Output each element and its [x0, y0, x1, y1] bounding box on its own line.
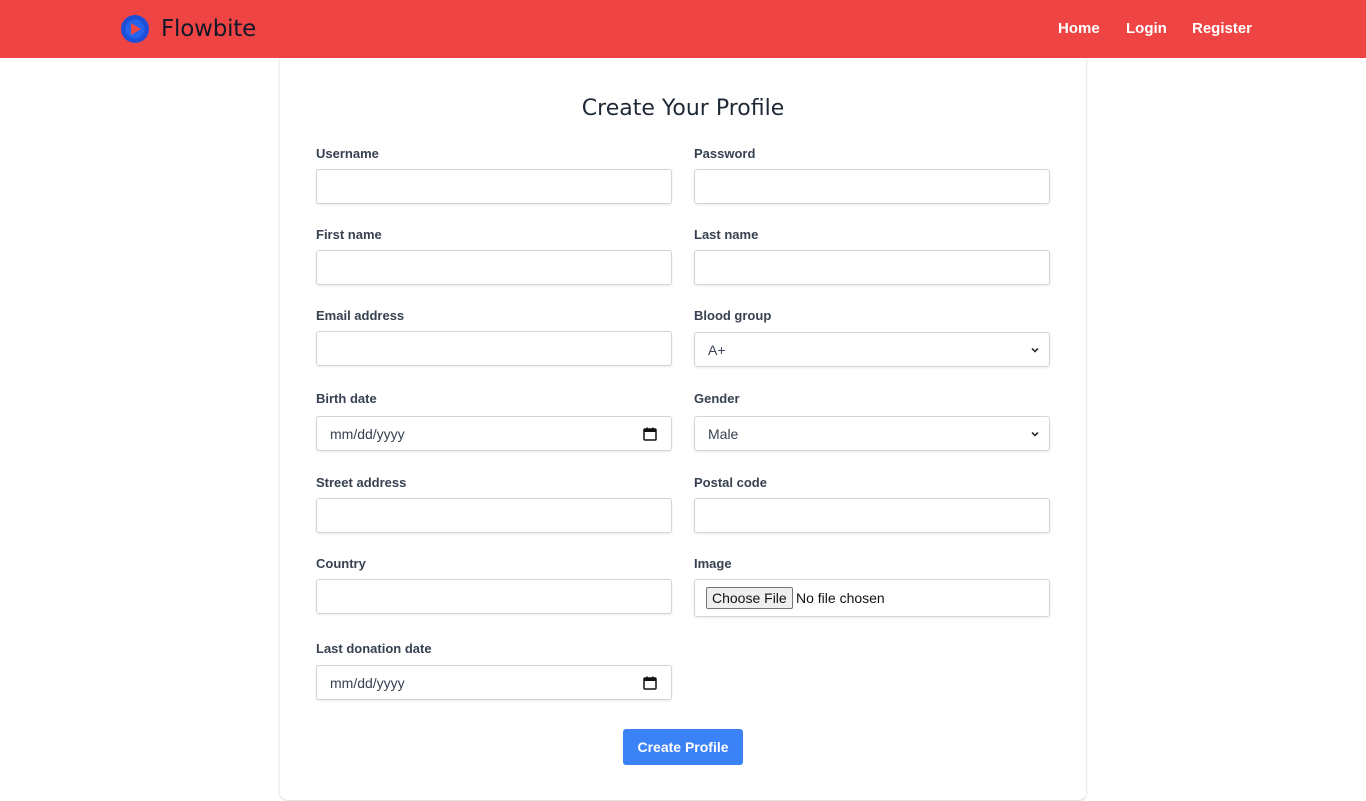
blood-group-select[interactable]: A+ [694, 332, 1050, 367]
brand-name: Flowbite [161, 16, 257, 42]
calendar-icon[interactable] [643, 676, 657, 690]
birth-date-input[interactable]: mm/dd/yyyy [316, 416, 672, 451]
username-input[interactable] [316, 169, 672, 204]
postal-code-input[interactable] [694, 498, 1050, 533]
gender-value: Male [708, 426, 739, 442]
country-input[interactable] [316, 579, 672, 614]
last-name-input[interactable] [694, 250, 1050, 285]
image-label: Image [694, 556, 732, 571]
birth-date-placeholder: mm/dd/yyyy [330, 426, 405, 442]
birth-date-label: Birth date [316, 391, 377, 406]
blood-group-label: Blood group [694, 308, 772, 323]
flowbite-logo-icon [121, 15, 149, 43]
postal-code-label: Postal code [694, 475, 767, 490]
country-label: Country [316, 556, 366, 571]
chevron-down-icon [1031, 431, 1039, 437]
first-name-label: First name [316, 227, 382, 242]
street-address-label: Street address [316, 475, 407, 490]
password-label: Password [694, 146, 756, 161]
navbar: Flowbite Home Login Register [0, 0, 1366, 58]
choose-file-button[interactable]: Choose File [706, 587, 793, 609]
last-donation-date-input[interactable]: mm/dd/yyyy [316, 665, 672, 700]
form-title: Create Your Profile [581, 96, 785, 121]
email-label: Email address [316, 308, 405, 323]
chevron-down-icon [1031, 347, 1039, 353]
gender-label: Gender [694, 391, 740, 406]
first-name-input[interactable] [316, 250, 672, 285]
nav-link-login[interactable]: Login [1126, 20, 1167, 37]
nav-link-register[interactable]: Register [1192, 20, 1252, 37]
brand[interactable]: Flowbite [120, 14, 256, 44]
nav-link-home[interactable]: Home [1058, 20, 1100, 37]
file-status-text: No file chosen [796, 590, 885, 606]
username-label: Username [316, 146, 379, 161]
password-input[interactable] [694, 169, 1050, 204]
last-name-label: Last name [694, 227, 759, 242]
last-donation-date-placeholder: mm/dd/yyyy [330, 675, 405, 691]
last-donation-date-label: Last donation date [316, 641, 432, 656]
blood-group-value: A+ [708, 342, 726, 358]
email-input[interactable] [316, 331, 672, 366]
gender-select[interactable]: Male [694, 416, 1050, 451]
image-file-input[interactable]: Choose File No file chosen [694, 579, 1050, 617]
street-address-input[interactable] [316, 498, 672, 533]
create-profile-button[interactable]: Create Profile [623, 729, 743, 765]
calendar-icon[interactable] [643, 427, 657, 441]
